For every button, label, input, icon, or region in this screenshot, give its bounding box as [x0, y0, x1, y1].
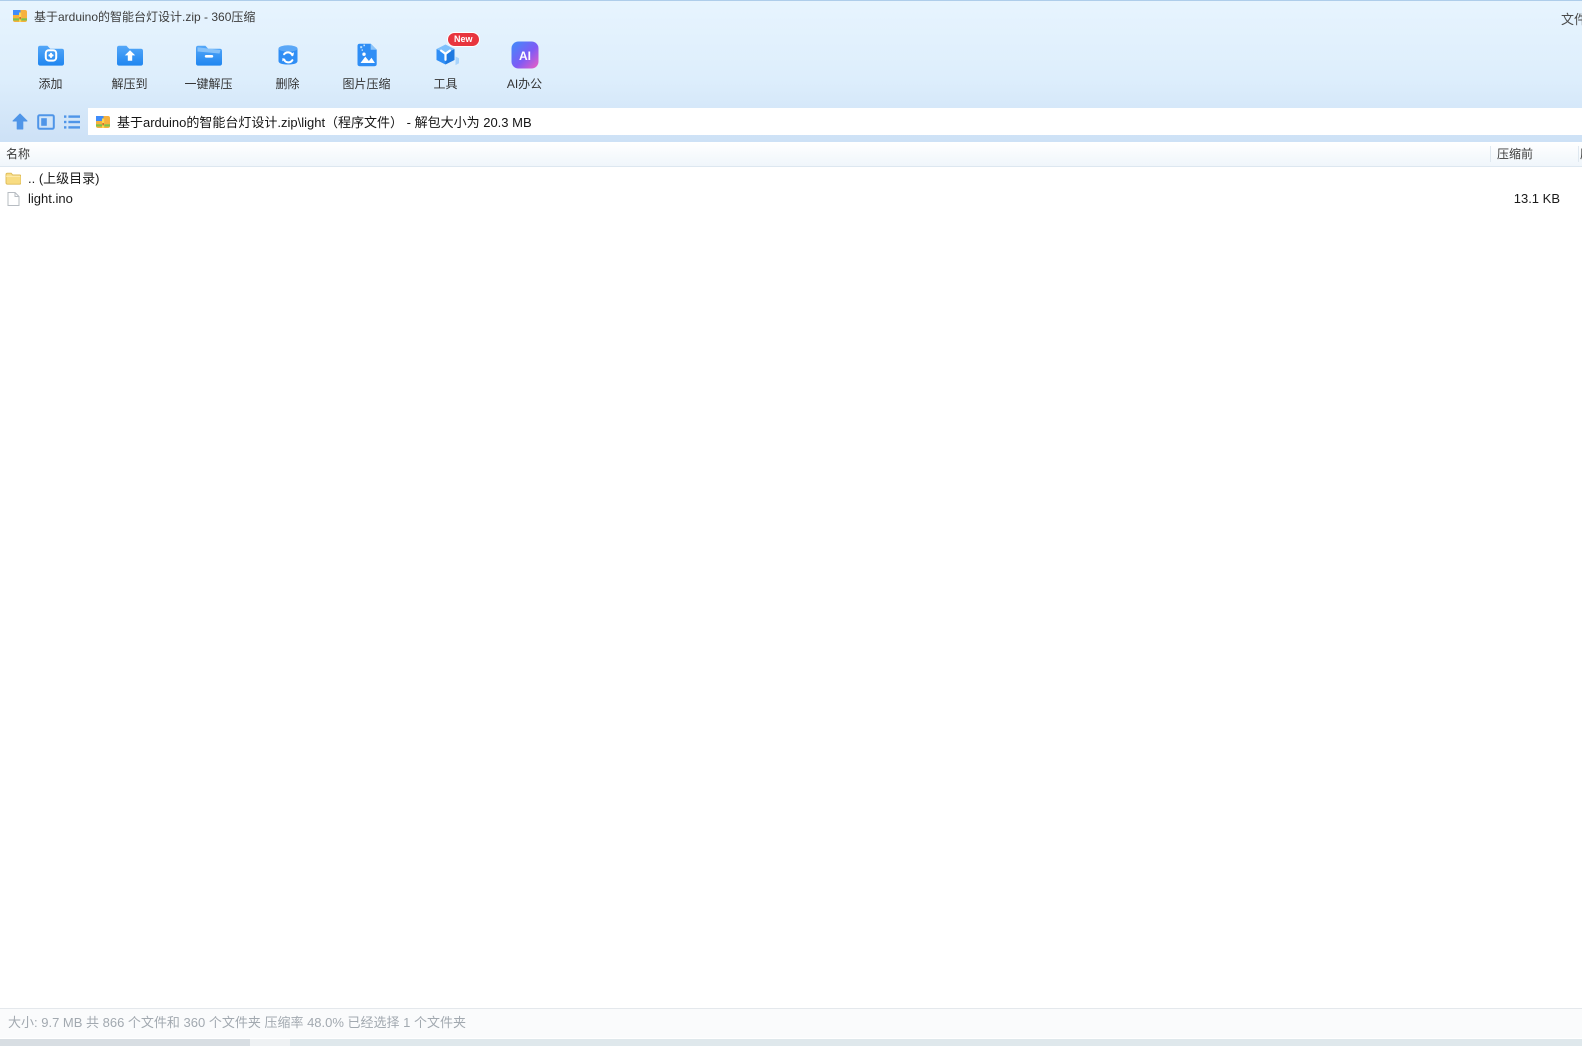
- icon-view-button[interactable]: [35, 111, 57, 133]
- toolbar-label: 工具: [433, 75, 457, 92]
- current-path: 基于arduino的智能台灯设计.zip\light（程序文件） - 解包大小为…: [117, 112, 532, 131]
- taskbar-segment: [0, 1039, 250, 1046]
- toolbar-label: 一键解压: [184, 75, 232, 92]
- extract-to-folder-icon: [114, 39, 146, 71]
- file-menu[interactable]: 文件: [1561, 9, 1582, 28]
- new-badge: New: [447, 32, 480, 47]
- toolbar-button-ai-office[interactable]: AI AI办公: [485, 31, 564, 105]
- status-bar: 大小: 9.7 MB 共 866 个文件和 360 个文件夹 压缩率 48.0%…: [0, 1008, 1582, 1038]
- toolbar-label: 添加: [38, 75, 62, 92]
- window-chrome: 基于arduino的智能台灯设计.zip - 360压缩 文件 添加: [0, 0, 1582, 142]
- one-click-extract-icon: [193, 39, 225, 71]
- toolbar-label: 删除: [275, 75, 299, 92]
- file-size-before: 13.1 KB: [1514, 191, 1560, 206]
- list-column-header: 名称 压缩前 压缩后: [0, 142, 1582, 167]
- folder-icon: [5, 170, 21, 186]
- toolbar-button-tools[interactable]: 工具 New: [406, 31, 485, 105]
- status-text: 大小: 9.7 MB 共 866 个文件和 360 个文件夹 压缩率 48.0%…: [8, 1015, 466, 1030]
- list-view-button[interactable]: [61, 111, 83, 133]
- list-item-parent-directory[interactable]: .. (上级目录): [0, 167, 1582, 188]
- toolbar-label: AI办公: [507, 75, 542, 92]
- toolbar-button-one-click-extract[interactable]: 一键解压: [169, 31, 248, 105]
- column-header-name[interactable]: 名称: [6, 142, 30, 166]
- list-view-icon: [61, 111, 83, 133]
- up-directory-button[interactable]: [9, 111, 31, 133]
- title-bar: 基于arduino的智能台灯设计.zip - 360压缩 文件: [0, 1, 1582, 31]
- delete-trash-icon: [272, 39, 304, 71]
- add-folder-icon: [35, 39, 67, 71]
- ai-office-icon: AI: [509, 39, 541, 71]
- file-name: light.ino: [28, 191, 73, 206]
- address-bar[interactable]: 基于arduino的智能台灯设计.zip\light（程序文件） - 解包大小为…: [88, 108, 1582, 135]
- up-arrow-icon: [9, 111, 31, 133]
- file-icon: [5, 191, 21, 207]
- list-item-file[interactable]: light.ino 13.1 KB: [0, 188, 1582, 209]
- toolbar-button-image-compress[interactable]: 图片压缩: [327, 31, 406, 105]
- column-header-size-before[interactable]: 压缩前: [1497, 142, 1533, 166]
- taskbar-segment: [250, 1039, 290, 1046]
- toolbar-button-delete[interactable]: 删除: [248, 31, 327, 105]
- toolbar-button-add[interactable]: 添加: [11, 31, 90, 105]
- image-compress-icon: [351, 39, 383, 71]
- icon-view-icon: [35, 111, 57, 133]
- toolbar-label: 解压到: [111, 75, 147, 92]
- toolbar-button-extract-to[interactable]: 解压到: [90, 31, 169, 105]
- archive-file-icon: [95, 114, 111, 130]
- file-name: .. (上级目录): [28, 168, 100, 187]
- toolbar: 添加 解压到 一键解压: [11, 31, 564, 105]
- column-separator[interactable]: [1578, 146, 1579, 162]
- archive-file-icon: [12, 8, 28, 24]
- window-title: 基于arduino的智能台灯设计.zip - 360压缩: [34, 8, 255, 25]
- column-separator[interactable]: [1490, 146, 1491, 162]
- taskbar-segment: [290, 1039, 1582, 1046]
- toolbar-label: 图片压缩: [342, 75, 390, 92]
- svg-text:AI: AI: [519, 49, 531, 63]
- app-window: 基于arduino的智能台灯设计.zip - 360压缩 文件 添加: [0, 0, 1582, 1046]
- taskbar-sliver[interactable]: [0, 1039, 1582, 1046]
